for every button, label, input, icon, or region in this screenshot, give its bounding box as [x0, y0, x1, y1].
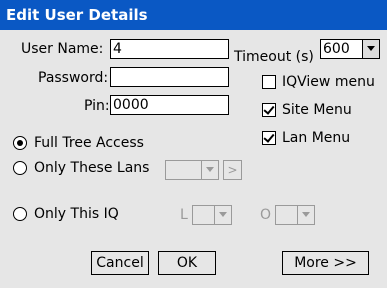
l-label: L	[180, 207, 188, 223]
timeout-label: Timeout (s)	[234, 49, 314, 65]
more-button[interactable]: More >>	[282, 251, 369, 275]
user-name-input[interactable]: 4	[110, 39, 229, 59]
only-this-iq-radio[interactable]	[13, 207, 27, 221]
pin-input[interactable]: 0000	[110, 95, 229, 115]
o-label: O	[260, 207, 272, 223]
dialog-title: Edit User Details	[6, 6, 148, 24]
pin-label: Pin:	[84, 98, 110, 114]
password-input[interactable]	[110, 67, 229, 87]
o-select[interactable]	[275, 205, 315, 225]
site-menu-checkbox[interactable]	[262, 103, 276, 117]
add-lan-button[interactable]: >	[223, 160, 242, 180]
l-select[interactable]	[192, 205, 232, 225]
edit-user-details-dialog: Edit User Details User Name: 4 Password:…	[0, 0, 387, 288]
chevron-down-icon[interactable]	[201, 161, 218, 179]
full-tree-access-radio[interactable]	[13, 136, 27, 150]
only-these-lans-label: Only These Lans	[34, 160, 150, 176]
cancel-button[interactable]: Cancel	[91, 251, 149, 275]
lan-menu-checkbox[interactable]	[262, 131, 276, 145]
chevron-down-icon[interactable]	[362, 40, 379, 58]
lan-menu-label: Lan Menu	[282, 130, 351, 146]
password-label: Password:	[38, 70, 109, 86]
timeout-value: 600	[323, 41, 350, 57]
full-tree-access-label: Full Tree Access	[34, 135, 144, 151]
chevron-down-icon[interactable]	[214, 206, 231, 224]
only-these-lans-radio[interactable]	[13, 161, 27, 175]
site-menu-label: Site Menu	[282, 102, 352, 118]
timeout-select[interactable]: 600	[320, 39, 380, 59]
chevron-down-icon[interactable]	[297, 206, 314, 224]
lans-select[interactable]	[165, 160, 219, 180]
only-this-iq-label: Only This IQ	[34, 206, 119, 222]
iqview-menu-checkbox[interactable]	[262, 75, 276, 89]
title-bar: Edit User Details	[0, 0, 387, 30]
ok-button[interactable]: OK	[158, 251, 216, 275]
iqview-menu-label: IQView menu	[282, 74, 375, 90]
user-name-label: User Name:	[21, 41, 104, 57]
